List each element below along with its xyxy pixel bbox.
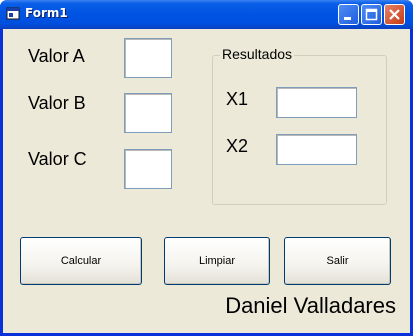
valor-a-input[interactable]	[124, 38, 172, 78]
calcular-button[interactable]: Calcular	[20, 237, 142, 285]
resultados-groupbox: Resultados X1 X2	[212, 46, 387, 205]
valor-c-input[interactable]	[124, 149, 172, 189]
x1-output[interactable]	[276, 87, 357, 118]
maximize-button[interactable]	[361, 4, 382, 25]
close-icon	[389, 9, 400, 20]
x2-label: X2	[226, 136, 249, 156]
maximize-icon	[365, 8, 378, 21]
main-window: Form1 Valor A Valor B Valor C Resultados…	[0, 0, 413, 336]
form-client-area: Valor A Valor B Valor C Resultados X1 X2…	[3, 29, 410, 333]
salir-button[interactable]: Salir	[284, 237, 391, 285]
author-label: Daniel Valladares	[225, 293, 396, 318]
close-button[interactable]	[384, 4, 405, 25]
x1-label: X1	[226, 89, 249, 109]
resultados-title: Resultados	[220, 46, 295, 62]
minimize-icon	[344, 17, 351, 20]
x2-output[interactable]	[276, 134, 357, 165]
limpiar-button[interactable]: Limpiar	[164, 237, 270, 285]
valor-b-input[interactable]	[124, 93, 172, 133]
valor-b-label: Valor B	[28, 93, 86, 113]
salir-button-label: Salir	[326, 255, 349, 267]
valor-c-label: Valor C	[28, 149, 87, 169]
limpiar-button-label: Limpiar	[198, 255, 236, 267]
valor-a-label: Valor A	[28, 46, 85, 66]
calcular-button-label: Calcular	[60, 255, 102, 267]
minimize-button[interactable]	[338, 4, 359, 25]
app-icon	[6, 7, 20, 20]
title-bar[interactable]: Form1	[0, 0, 413, 29]
window-title: Form1	[25, 6, 68, 20]
